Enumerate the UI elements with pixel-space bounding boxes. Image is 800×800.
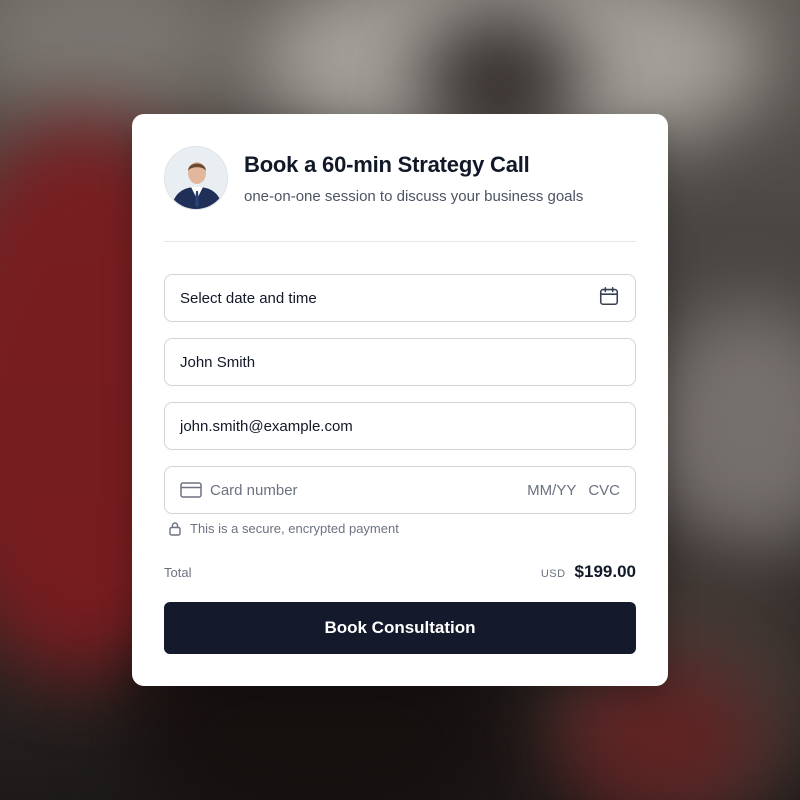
currency-code: USD bbox=[540, 568, 566, 580]
lock-icon bbox=[168, 521, 182, 536]
name-value: John Smith bbox=[180, 353, 256, 371]
secure-text: This is a secure, encrypted payment bbox=[190, 521, 399, 536]
book-consultation-button[interactable]: Book Consultation bbox=[164, 602, 636, 654]
page-subtitle: one-on-one session to discuss your busin… bbox=[244, 188, 584, 205]
calendar-icon[interactable] bbox=[598, 285, 620, 311]
expiry-placeholder[interactable]: MM/YY bbox=[527, 482, 576, 499]
card-number-placeholder[interactable]: Card number bbox=[210, 482, 298, 499]
date-time-picker[interactable]: Select date and time bbox=[164, 274, 636, 322]
cvc-placeholder[interactable]: CVC bbox=[588, 482, 620, 499]
booking-header: Book a 60-min Strategy Call one-on-one s… bbox=[164, 146, 636, 210]
email-value: john.smith@example.com bbox=[180, 417, 353, 435]
credit-card-icon bbox=[180, 482, 202, 498]
price: $199.00 bbox=[574, 562, 636, 581]
divider bbox=[164, 241, 636, 242]
page-title: Book a 60-min Strategy Call bbox=[244, 152, 530, 177]
secure-payment-note: This is a secure, encrypted payment bbox=[168, 521, 399, 536]
person-avatar-icon bbox=[165, 147, 227, 209]
total-label: Total bbox=[164, 565, 192, 580]
email-field[interactable]: john.smith@example.com bbox=[164, 402, 636, 450]
total-row: Total USD $199.00 bbox=[164, 562, 636, 584]
booking-card: Book a 60-min Strategy Call one-on-one s… bbox=[132, 114, 668, 686]
date-time-placeholder: Select date and time bbox=[180, 289, 317, 307]
name-field[interactable]: John Smith bbox=[164, 338, 636, 386]
avatar bbox=[164, 146, 228, 210]
total-amount: USD $199.00 bbox=[541, 562, 636, 582]
card-input[interactable]: Card number MM/YY CVC bbox=[164, 466, 636, 514]
